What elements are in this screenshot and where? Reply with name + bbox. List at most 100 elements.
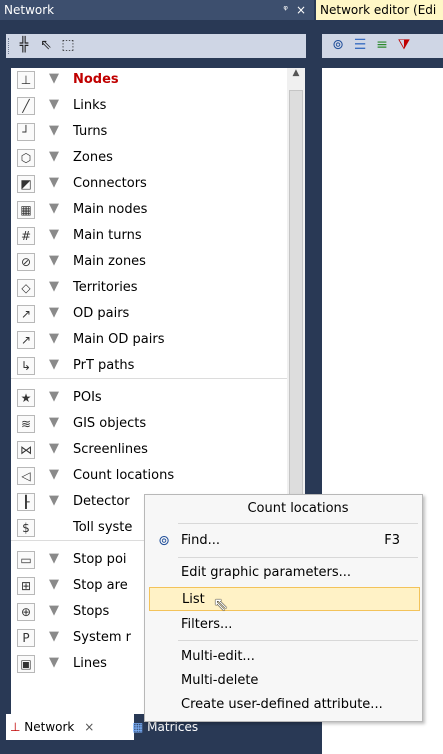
system-routes-icon: P <box>17 629 35 647</box>
menu-separator <box>178 523 418 524</box>
list-item-label: Lines <box>73 656 107 671</box>
screenlines-icon: ⋈ <box>17 441 35 459</box>
filter-icon[interactable]: ▼ <box>49 493 59 508</box>
menu-item-create-user-defined-attribute[interactable]: Create user-defined attribute... <box>149 693 420 717</box>
list-item-nodes[interactable]: ⊥ ▼ Nodes <box>11 68 287 92</box>
filter-icon[interactable]: ▼ <box>49 551 59 566</box>
list-item-main-turns[interactable]: # ▼ Main turns <box>11 224 287 248</box>
tab-matrices-label: Matrices <box>147 720 199 734</box>
list-item-count-locations[interactable]: ◁ ▼ Count locations <box>11 464 287 488</box>
stop-points-icon: ▭ <box>17 551 35 569</box>
od-pairs-icon: ↗ <box>17 305 35 323</box>
list-item-label: Links <box>73 98 107 113</box>
menu-separator <box>178 557 418 558</box>
filter-icon[interactable]: ▼ <box>49 357 59 372</box>
menu-item-filters[interactable]: Filters... <box>149 613 420 637</box>
menu-item-edit-graphic-parameters[interactable]: Edit graphic parameters... <box>149 561 420 585</box>
stop-areas-icon: ⊞ <box>17 577 35 595</box>
list-item-territories[interactable]: ◇ ▼ Territories <box>11 276 287 300</box>
scroll-up-icon[interactable]: ▲ <box>287 68 305 82</box>
list-item-main-zones[interactable]: ⊘ ▼ Main zones <box>11 250 287 274</box>
menu-item-accelerator: F3 <box>384 533 400 548</box>
context-menu: Count locations ⊚ Find... F3 Edit graphi… <box>144 494 423 722</box>
menu-item-label: Multi-delete <box>181 673 259 688</box>
select-rect-icon[interactable]: ⬚ <box>60 37 76 53</box>
menu-item-find[interactable]: ⊚ Find... F3 <box>149 529 420 553</box>
list-item-pois[interactable]: ★ ▼ POIs <box>11 386 287 410</box>
list-item-label: Main zones <box>73 254 146 269</box>
filter-icon[interactable]: ▼ <box>49 305 59 320</box>
close-icon[interactable]: × <box>296 0 306 20</box>
list-item-connectors[interactable]: ◩ ▼ Connectors <box>11 172 287 196</box>
menu-item-label: List <box>182 592 205 607</box>
binoculars-icon[interactable]: ⊚ <box>330 37 346 53</box>
main-zones-icon: ⊘ <box>17 253 35 271</box>
filter-icon[interactable]: ▼ <box>49 201 59 216</box>
menu-item-label: Filters... <box>181 617 233 632</box>
menu-item-multi-delete[interactable]: Multi-delete <box>149 669 420 693</box>
list-item-label: PrT paths <box>73 358 135 373</box>
menu-item-multi-edit[interactable]: Multi-edit... <box>149 645 420 669</box>
filter-icon[interactable]: ▼ <box>49 415 59 430</box>
add-icon[interactable]: ╬ <box>16 37 32 53</box>
filter-icon[interactable]: ▼ <box>49 603 59 618</box>
filter-icon[interactable]: ▼ <box>49 467 59 482</box>
list-item-od-pairs[interactable]: ↗ ▼ OD pairs <box>11 302 287 326</box>
toolbar-grip[interactable] <box>8 38 12 54</box>
list-icon[interactable]: ☰ <box>352 37 368 53</box>
menu-item-list[interactable]: List <box>149 587 420 611</box>
filter-icon[interactable]: ▼ <box>49 577 59 592</box>
mouse-cursor-icon: ⇖ <box>213 594 229 615</box>
territories-icon: ◇ <box>17 279 35 297</box>
filter-icon[interactable]: ▼ <box>49 253 59 268</box>
filter-icon[interactable]: ▼ <box>49 389 59 404</box>
context-menu-title: Count locations <box>247 501 349 516</box>
binoculars-icon: ⊚ <box>158 533 170 549</box>
list-item-label: OD pairs <box>73 306 130 321</box>
pointer-icon[interactable]: ⇖ <box>38 37 54 53</box>
tab-close-icon[interactable]: × <box>84 720 94 734</box>
prt-paths-icon: ↳ <box>17 357 35 375</box>
filter-icon[interactable]: ▼ <box>49 175 59 190</box>
filter-icon[interactable]: ▼ <box>49 149 59 164</box>
detector-icon: ┠ <box>17 493 35 511</box>
list-item-zones[interactable]: ⬡ ▼ Zones <box>11 146 287 170</box>
list-item-label: Main nodes <box>73 202 148 217</box>
list-item-prt-paths[interactable]: ↳ ▼ PrT paths <box>11 354 287 378</box>
menu-item-label: Create user-defined attribute... <box>181 697 383 712</box>
pin-icon[interactable]: ᵠ <box>283 0 288 20</box>
links-icon: ╱ <box>17 97 35 115</box>
list-item-gis-objects[interactable]: ≋ ▼ GIS objects <box>11 412 287 436</box>
list-item-screenlines[interactable]: ⋈ ▼ Screenlines <box>11 438 287 462</box>
list-item-label: Count locations <box>73 468 175 483</box>
network-editor-title: Network editor (Edi <box>320 3 437 17</box>
menu-item-label: Edit graphic parameters... <box>181 565 352 580</box>
layers-icon[interactable]: ≡ <box>374 37 390 53</box>
filter-icon[interactable]: ▼ <box>49 655 59 670</box>
list-item-label: GIS objects <box>73 416 147 431</box>
zones-icon: ⬡ <box>17 149 35 167</box>
list-item-main-od-pairs[interactable]: ↗ ▼ Main OD pairs <box>11 328 287 352</box>
panel-title-bar: Network ᵠ × <box>0 0 314 20</box>
list-item-label: Main OD pairs <box>73 332 165 347</box>
count-locations-icon: ◁ <box>17 467 35 485</box>
filter-icon[interactable]: ▼ <box>49 279 59 294</box>
filter-icon[interactable]: ▼ <box>49 97 59 112</box>
list-item-main-nodes[interactable]: ▦ ▼ Main nodes <box>11 198 287 222</box>
list-item-links[interactable]: ╱ ▼ Links <box>11 94 287 118</box>
filter-icon[interactable]: ▼ <box>49 227 59 242</box>
list-item-turns[interactable]: ┘ ▼ Turns <box>11 120 287 144</box>
network-editor-tab[interactable]: Network editor (Edi <box>316 0 443 20</box>
filter-icon[interactable]: ▼ <box>49 71 59 86</box>
filter-icon[interactable]: ▼ <box>49 629 59 644</box>
filter-icon[interactable]: ▼ <box>49 123 59 138</box>
filter-icon[interactable]: ▼ <box>49 441 59 456</box>
filter-icon[interactable]: ⧩ <box>396 37 412 53</box>
panel-title: Network <box>4 3 55 17</box>
toll-systems-icon: $ <box>17 519 35 537</box>
menu-item-label: Find... <box>181 533 221 548</box>
menu-item-label: Multi-edit... <box>181 649 255 664</box>
filter-icon[interactable]: ▼ <box>49 331 59 346</box>
tab-network[interactable]: ⊥ Network × <box>6 714 134 740</box>
main-nodes-icon: ▦ <box>17 201 35 219</box>
